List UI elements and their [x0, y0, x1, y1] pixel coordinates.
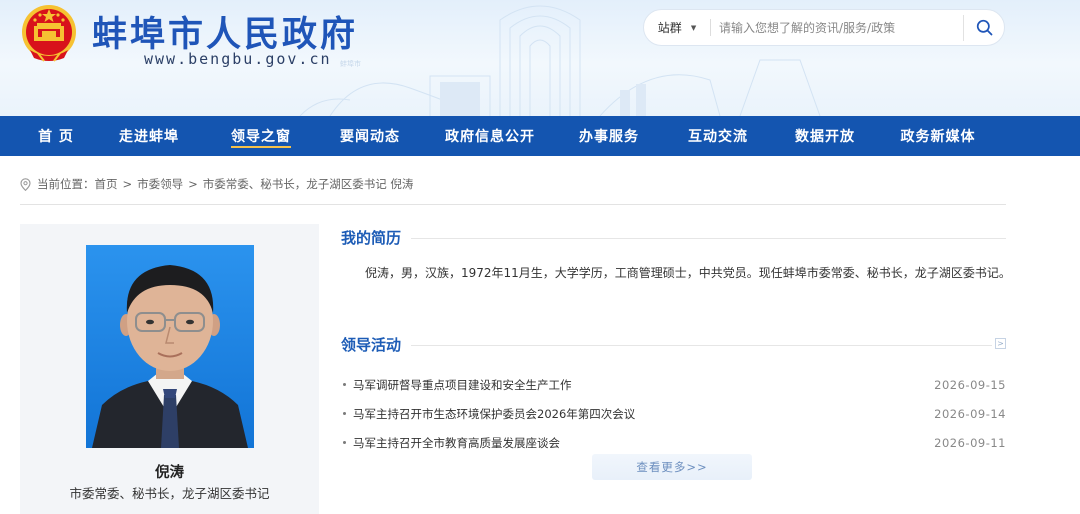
- view-more-button[interactable]: 查看更多>>: [592, 454, 752, 480]
- search-input[interactable]: [711, 10, 963, 45]
- nav-item-services[interactable]: 办事服务: [554, 116, 664, 156]
- leader-position: 市委常委、秘书长，龙子湖区委书记: [69, 486, 270, 501]
- search-icon: [976, 19, 992, 36]
- profile-card: 倪涛 市委常委、秘书长，龙子湖区委书记: [20, 224, 319, 514]
- activity-title[interactable]: 马军调研督导重点项目建设和安全生产工作: [353, 377, 572, 393]
- search-scope-label: 站群: [657, 21, 682, 35]
- leader-name: 倪涛: [155, 465, 184, 481]
- breadcrumb-divider: [20, 204, 1006, 205]
- bullet-dot: [343, 441, 346, 444]
- leader-portrait: [86, 245, 254, 448]
- bio-section-title: 我的简历: [341, 229, 402, 247]
- nav-item-interaction[interactable]: 互动交流: [664, 116, 772, 156]
- breadcrumb-city-leaders[interactable]: 市委领导: [137, 176, 183, 192]
- nav-item-news[interactable]: 要闻动态: [314, 116, 426, 156]
- nav-item-open-data[interactable]: 数据开放: [772, 116, 878, 156]
- breadcrumb-separator: >: [188, 177, 198, 191]
- site-url: www.bengbu.gov.cn: [144, 50, 332, 68]
- search-scope-dropdown[interactable]: 站群 ▼: [644, 10, 710, 45]
- chevron-down-icon: ▼: [690, 23, 697, 32]
- nav-item-leaders[interactable]: 领导之窗: [208, 116, 314, 156]
- national-emblem-icon: [22, 5, 76, 62]
- breadcrumb-prefix: 当前位置：: [37, 177, 95, 191]
- nav-item-home[interactable]: 首 页: [22, 116, 90, 156]
- activity-date: 2026-09-14: [934, 406, 1006, 421]
- site-header: 蚌埠市 蚌埠市人民政府 www.bengbu.gov.cn 站群 ▼: [0, 0, 1080, 116]
- nav-item-new-media[interactable]: 政务新媒体: [878, 116, 998, 156]
- main-nav: 首 页 走进蚌埠 领导之窗 要闻动态 政府信息公开 办事服务 互动交流 数据开放…: [0, 116, 1080, 156]
- activities-list: 马军调研督导重点项目建设和安全生产工作 2026-09-15 马军主持召开市生态…: [341, 370, 1006, 457]
- bullet-dot: [343, 412, 346, 415]
- bio-text: 倪涛，男，汉族，1972年11月生，大学学历，工商管理硕士，中共党员。现任蚌埠市…: [365, 266, 1011, 280]
- breadcrumb: 当前位置： 首页 > 市委领导 > 市委常委、秘书长，龙子湖区委书记 倪涛: [20, 176, 413, 192]
- search-button[interactable]: [964, 10, 1004, 45]
- breadcrumb-separator: >: [122, 177, 133, 191]
- activities-section-header: 领导活动 >: [341, 334, 1006, 356]
- section-divider: [411, 345, 992, 346]
- breadcrumb-current: 市委常委、秘书长，龙子湖区委书记 倪涛: [202, 177, 414, 191]
- list-item[interactable]: 马军主持召开全市教育高质量发展座谈会 2026-09-11: [341, 428, 1006, 457]
- activity-title[interactable]: 马军主持召开市生态环境保护委员会2026年第四次会议: [353, 406, 635, 422]
- search-bar: 站群 ▼: [643, 9, 1005, 46]
- bio-section-header: 我的简历: [341, 227, 1006, 249]
- nav-item-about[interactable]: 走进蚌埠: [90, 116, 208, 156]
- location-pin-icon: [20, 177, 31, 191]
- list-item[interactable]: 马军调研督导重点项目建设和安全生产工作 2026-09-15: [341, 370, 1006, 399]
- activities-section-title: 领导活动: [341, 336, 402, 354]
- activity-date: 2026-09-11: [934, 435, 1006, 450]
- decor-caption: 蚌埠市: [340, 59, 361, 68]
- breadcrumb-home[interactable]: 首页: [95, 176, 118, 192]
- section-divider: [411, 238, 1006, 239]
- list-item[interactable]: 马军主持召开市生态环境保护委员会2026年第四次会议 2026-09-14: [341, 399, 1006, 428]
- more-arrow-icon[interactable]: >: [995, 338, 1006, 349]
- bullet-dot: [343, 383, 346, 386]
- activity-date: 2026-09-15: [934, 377, 1006, 392]
- activity-title[interactable]: 马军主持召开全市教育高质量发展座谈会: [353, 435, 560, 451]
- nav-item-gov-info[interactable]: 政府信息公开: [426, 116, 554, 156]
